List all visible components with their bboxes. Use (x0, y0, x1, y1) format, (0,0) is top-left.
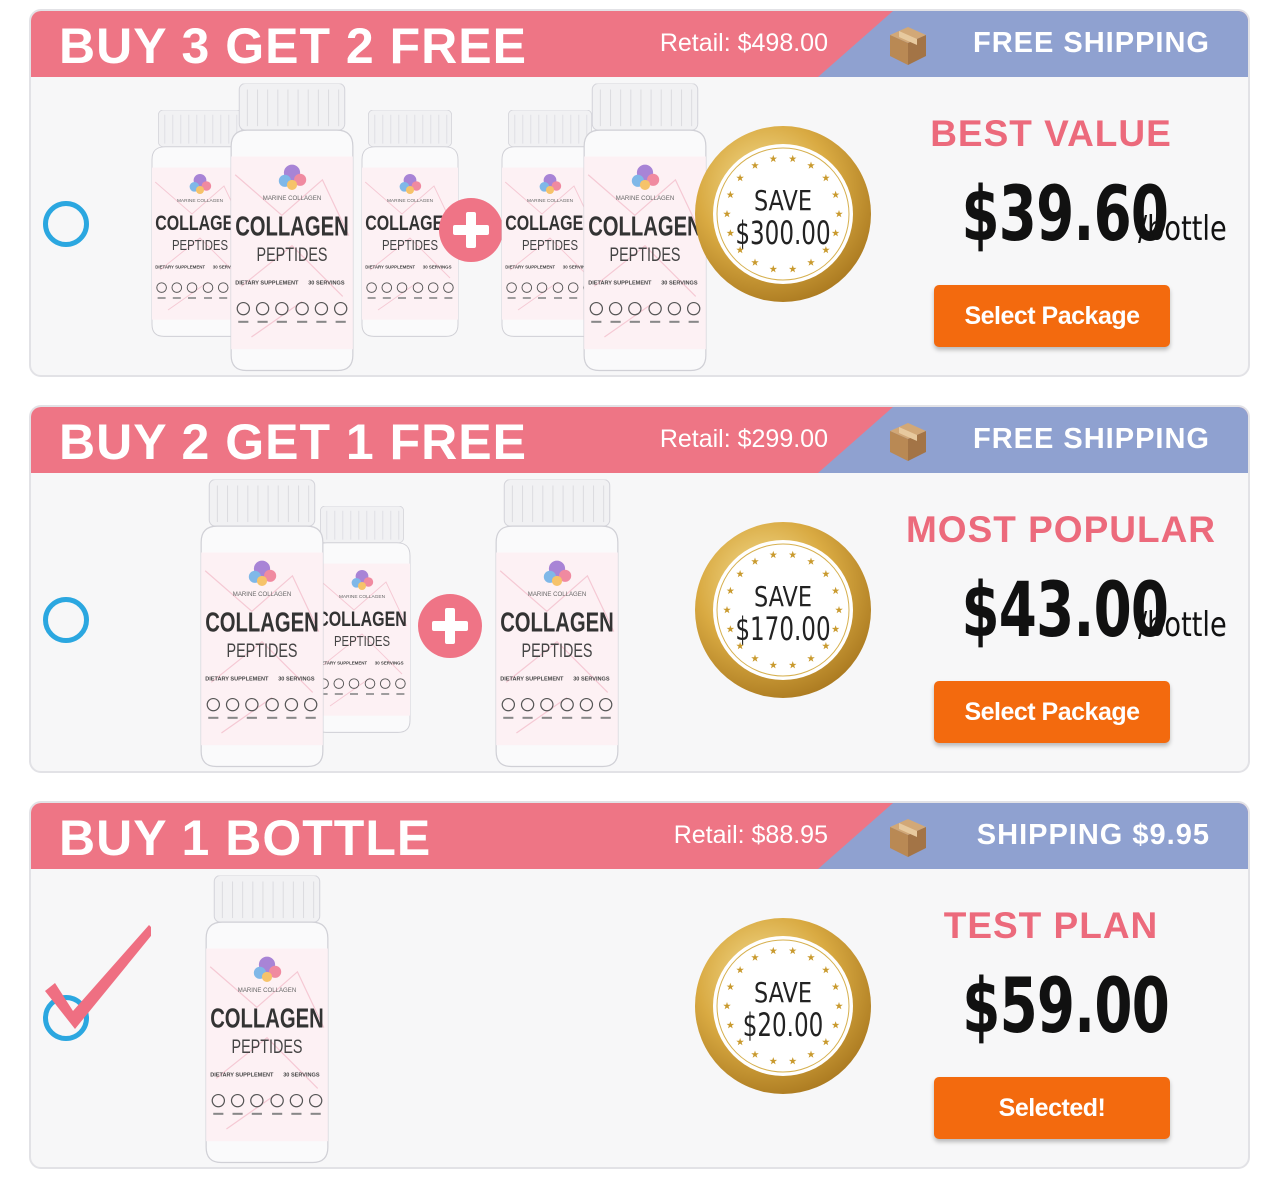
save-label: SAVE (754, 975, 812, 1008)
package-card-buy-1-bottle[interactable]: BUY 1 BOTTLE Retail: $88.95 SHIPPING $9.… (29, 801, 1250, 1169)
plus-icon (417, 593, 483, 659)
shipping-box-icon (886, 23, 930, 67)
package-header: BUY 2 GET 1 FREE Retail: $299.00 FREE SH… (31, 407, 1248, 473)
package-tagline: MOST POPULAR (905, 509, 1217, 550)
select-package-button[interactable]: Select Package (934, 681, 1170, 743)
shipping-box-icon (886, 419, 930, 463)
offer-title: BUY 3 GET 2 FREE (59, 18, 527, 74)
product-bottle-image (196, 875, 338, 1165)
offer-title: BUY 2 GET 1 FREE (59, 414, 527, 470)
gold-seal-icon: SAVE $300.00 (695, 126, 871, 302)
select-package-button[interactable]: Select Package (934, 285, 1170, 347)
package-card-buy-2-get-1[interactable]: BUY 2 GET 1 FREE Retail: $299.00 FREE SH… (29, 405, 1250, 773)
price-row: $39.60/bottle (881, 169, 1227, 258)
package-tagline: TEST PLAN (943, 905, 1159, 946)
save-amount: $20.00 (743, 1006, 824, 1044)
package-card-buy-3-get-2[interactable]: BUY 3 GET 2 FREE Retail: $498.00 FREE SH… (29, 9, 1250, 377)
product-bottle-image (191, 479, 333, 769)
price-row: $59.00 (881, 961, 1221, 1050)
package-header: BUY 3 GET 2 FREE Retail: $498.00 FREE SH… (31, 11, 1248, 77)
price-total: $59.00 (962, 961, 1171, 1050)
price-unit: /bottle (1138, 209, 1227, 249)
save-amount: $300.00 (735, 214, 830, 252)
save-label: SAVE (754, 579, 812, 612)
product-bottle-image (486, 479, 628, 769)
retail-price: Retail: $498.00 (659, 29, 828, 57)
offer-title: BUY 1 BOTTLE (59, 810, 432, 866)
package-header: BUY 1 BOTTLE Retail: $88.95 SHIPPING $9.… (31, 803, 1248, 869)
product-bottle-image (221, 83, 363, 373)
shipping-label: SHIPPING $9.95 (976, 819, 1210, 851)
retail-price: Retail: $299.00 (659, 425, 828, 453)
shipping-label: FREE SHIPPING (973, 423, 1210, 455)
price-unit: /bottle (1138, 605, 1227, 645)
gold-seal-icon: SAVE $170.00 (695, 522, 871, 698)
package-tagline: BEST VALUE (930, 113, 1172, 154)
shipping-label: FREE SHIPPING (973, 27, 1210, 59)
package-radio[interactable] (43, 201, 89, 247)
save-amount: $170.00 (735, 610, 830, 648)
save-label: SAVE (754, 183, 812, 216)
retail-price: Retail: $88.95 (673, 821, 828, 849)
checkmark-icon (45, 925, 151, 1029)
price-row: $43.00/bottle (881, 565, 1227, 654)
package-radio[interactable] (43, 597, 89, 643)
shipping-box-icon (886, 815, 930, 859)
gold-seal-icon: SAVE $20.00 (695, 918, 871, 1094)
selected-package-button[interactable]: Selected! (934, 1077, 1170, 1139)
